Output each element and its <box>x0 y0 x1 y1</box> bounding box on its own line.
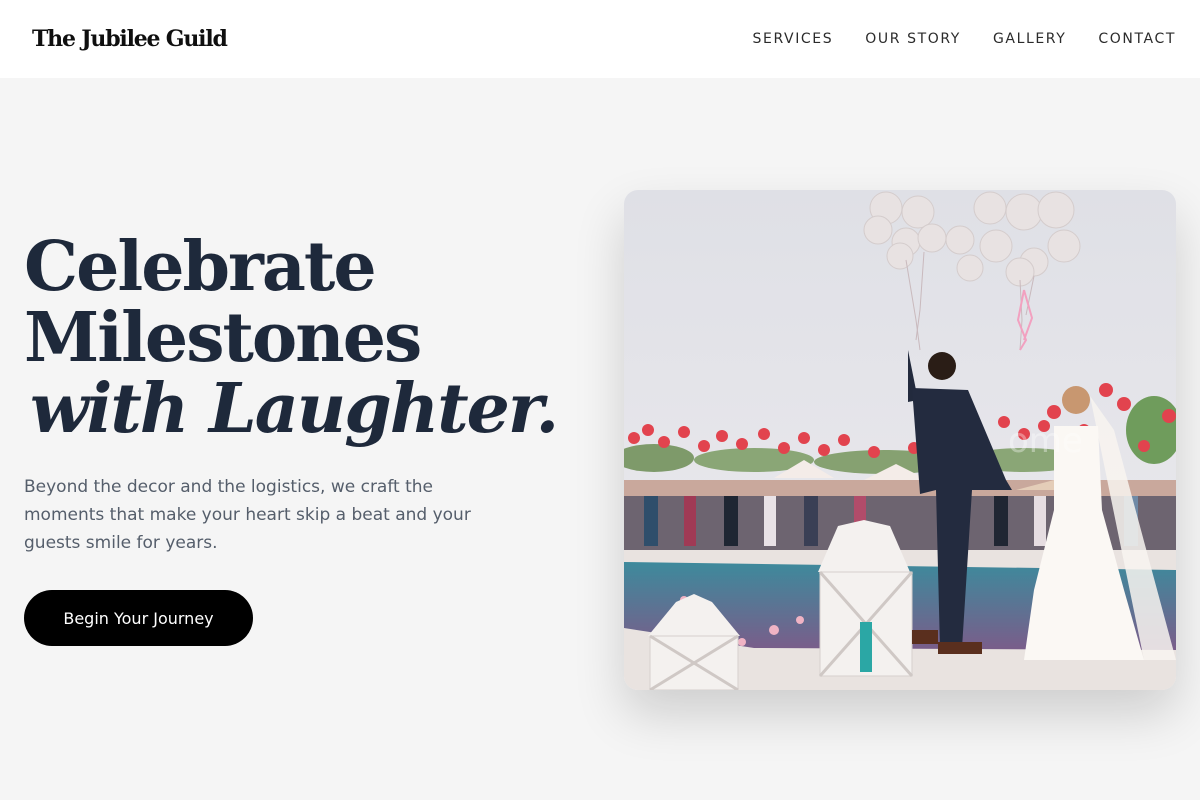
headline-line-1: Celebrate <box>24 227 377 307</box>
headline-line-3: with Laughter. <box>30 369 559 449</box>
hero-photo: ome <box>624 190 1176 690</box>
hero-text: Celebrate Milestones with Laughter. Beyo… <box>24 232 564 557</box>
hero-headline: Celebrate Milestones with Laughter. <box>24 232 564 445</box>
site-header: The Jubilee Guild SERVICES OUR STORY GAL… <box>0 0 1200 78</box>
headline-line-2: Milestones <box>24 298 422 378</box>
brand-logo[interactable]: The Jubilee Guild <box>32 26 228 52</box>
photo-watermark: ome <box>1008 421 1083 461</box>
wedding-photo-illustration: ome <box>624 190 1176 690</box>
nav-link-contact[interactable]: CONTACT <box>1098 31 1176 47</box>
nav-link-our-story[interactable]: OUR STORY <box>865 31 961 47</box>
hero-subtext: Beyond the decor and the logistics, we c… <box>24 477 471 553</box>
nav-link-services[interactable]: SERVICES <box>753 31 834 47</box>
main-nav: SERVICES OUR STORY GALLERY CONTACT <box>753 31 1176 47</box>
begin-journey-button[interactable]: Begin Your Journey <box>24 590 253 646</box>
nav-link-gallery[interactable]: GALLERY <box>993 31 1066 47</box>
